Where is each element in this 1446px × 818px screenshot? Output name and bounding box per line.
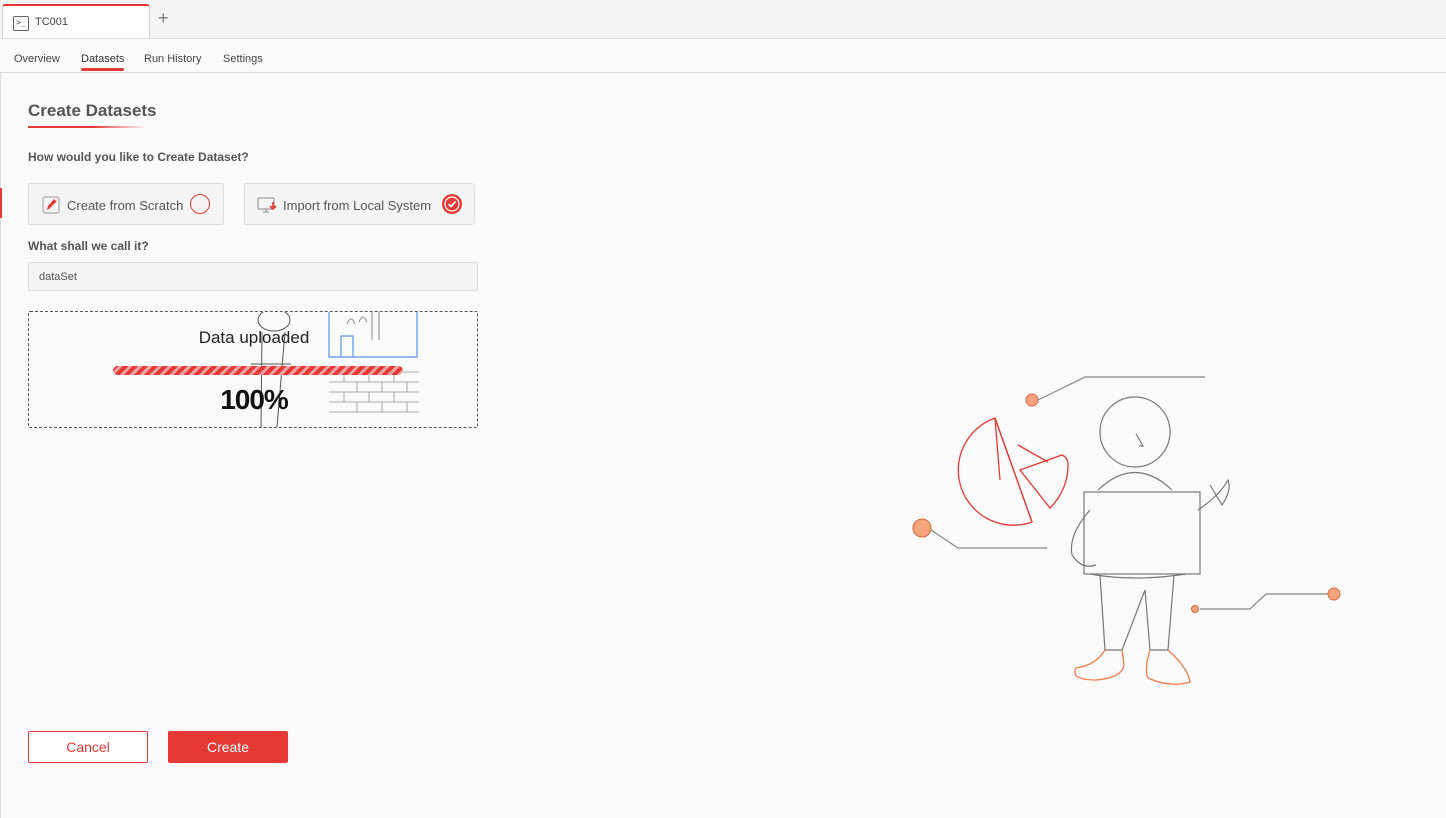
dataset-name-question: What shall we call it?	[28, 239, 149, 253]
tab-tc001[interactable]: >_ TC001	[2, 4, 150, 38]
dataset-name-input[interactable]	[28, 262, 478, 291]
option-create-from-scratch[interactable]: Create from Scratch	[28, 183, 224, 225]
nav-datasets[interactable]: Datasets	[81, 53, 124, 65]
upload-progress-percent: 100%	[220, 384, 289, 415]
pie-chart-drawing	[957, 417, 1069, 526]
create-method-question: How would you like to Create Dataset?	[28, 150, 249, 164]
left-accent-marker	[0, 188, 2, 218]
upload-progress-bar	[113, 366, 403, 375]
tab-title: TC001	[35, 16, 69, 28]
upload-progress-fill	[113, 366, 403, 375]
sub-navigation: Overview Datasets Run History Settings	[0, 39, 1446, 73]
nav-run-history[interactable]: Run History	[144, 53, 201, 65]
cancel-button[interactable]: Cancel	[28, 731, 148, 763]
terminal-icon: >_	[13, 16, 29, 31]
person-shoes	[1074, 649, 1191, 685]
pencil-icon	[42, 196, 60, 214]
person-drawing	[1070, 396, 1230, 651]
radio-unchecked-icon[interactable]	[190, 194, 210, 214]
node-dot-top	[1025, 393, 1039, 407]
node-dot-left	[912, 518, 932, 538]
node-dot-right	[1327, 587, 1341, 601]
nav-settings[interactable]: Settings	[223, 53, 263, 65]
upload-status-text: Data uploaded	[198, 328, 310, 347]
page-title: Create Datasets	[28, 101, 157, 120]
data-analyst-illustration	[912, 376, 1341, 685]
add-tab-icon[interactable]: +	[158, 9, 169, 27]
nav-overview[interactable]: Overview	[14, 53, 60, 65]
checkmark-icon	[444, 196, 460, 212]
left-edge	[0, 0, 1, 818]
connector-line-right	[1200, 593, 1328, 610]
title-underline	[28, 126, 146, 128]
node-dot-small	[1191, 605, 1199, 613]
monitor-import-icon	[257, 197, 277, 213]
connector-line-left	[927, 527, 1047, 549]
option-scratch-label: Create from Scratch	[67, 198, 184, 213]
active-nav-underline	[81, 68, 124, 71]
option-import-local[interactable]: Import from Local System	[244, 183, 475, 225]
radio-checked-icon[interactable]	[442, 194, 462, 214]
upload-dropzone[interactable]: Data uploaded 100%	[28, 311, 478, 428]
option-import-label: Import from Local System	[283, 198, 432, 213]
create-button[interactable]: Create	[168, 731, 288, 763]
connector-line-top	[1037, 376, 1205, 401]
tab-strip: >_ TC001 +	[0, 0, 1446, 39]
